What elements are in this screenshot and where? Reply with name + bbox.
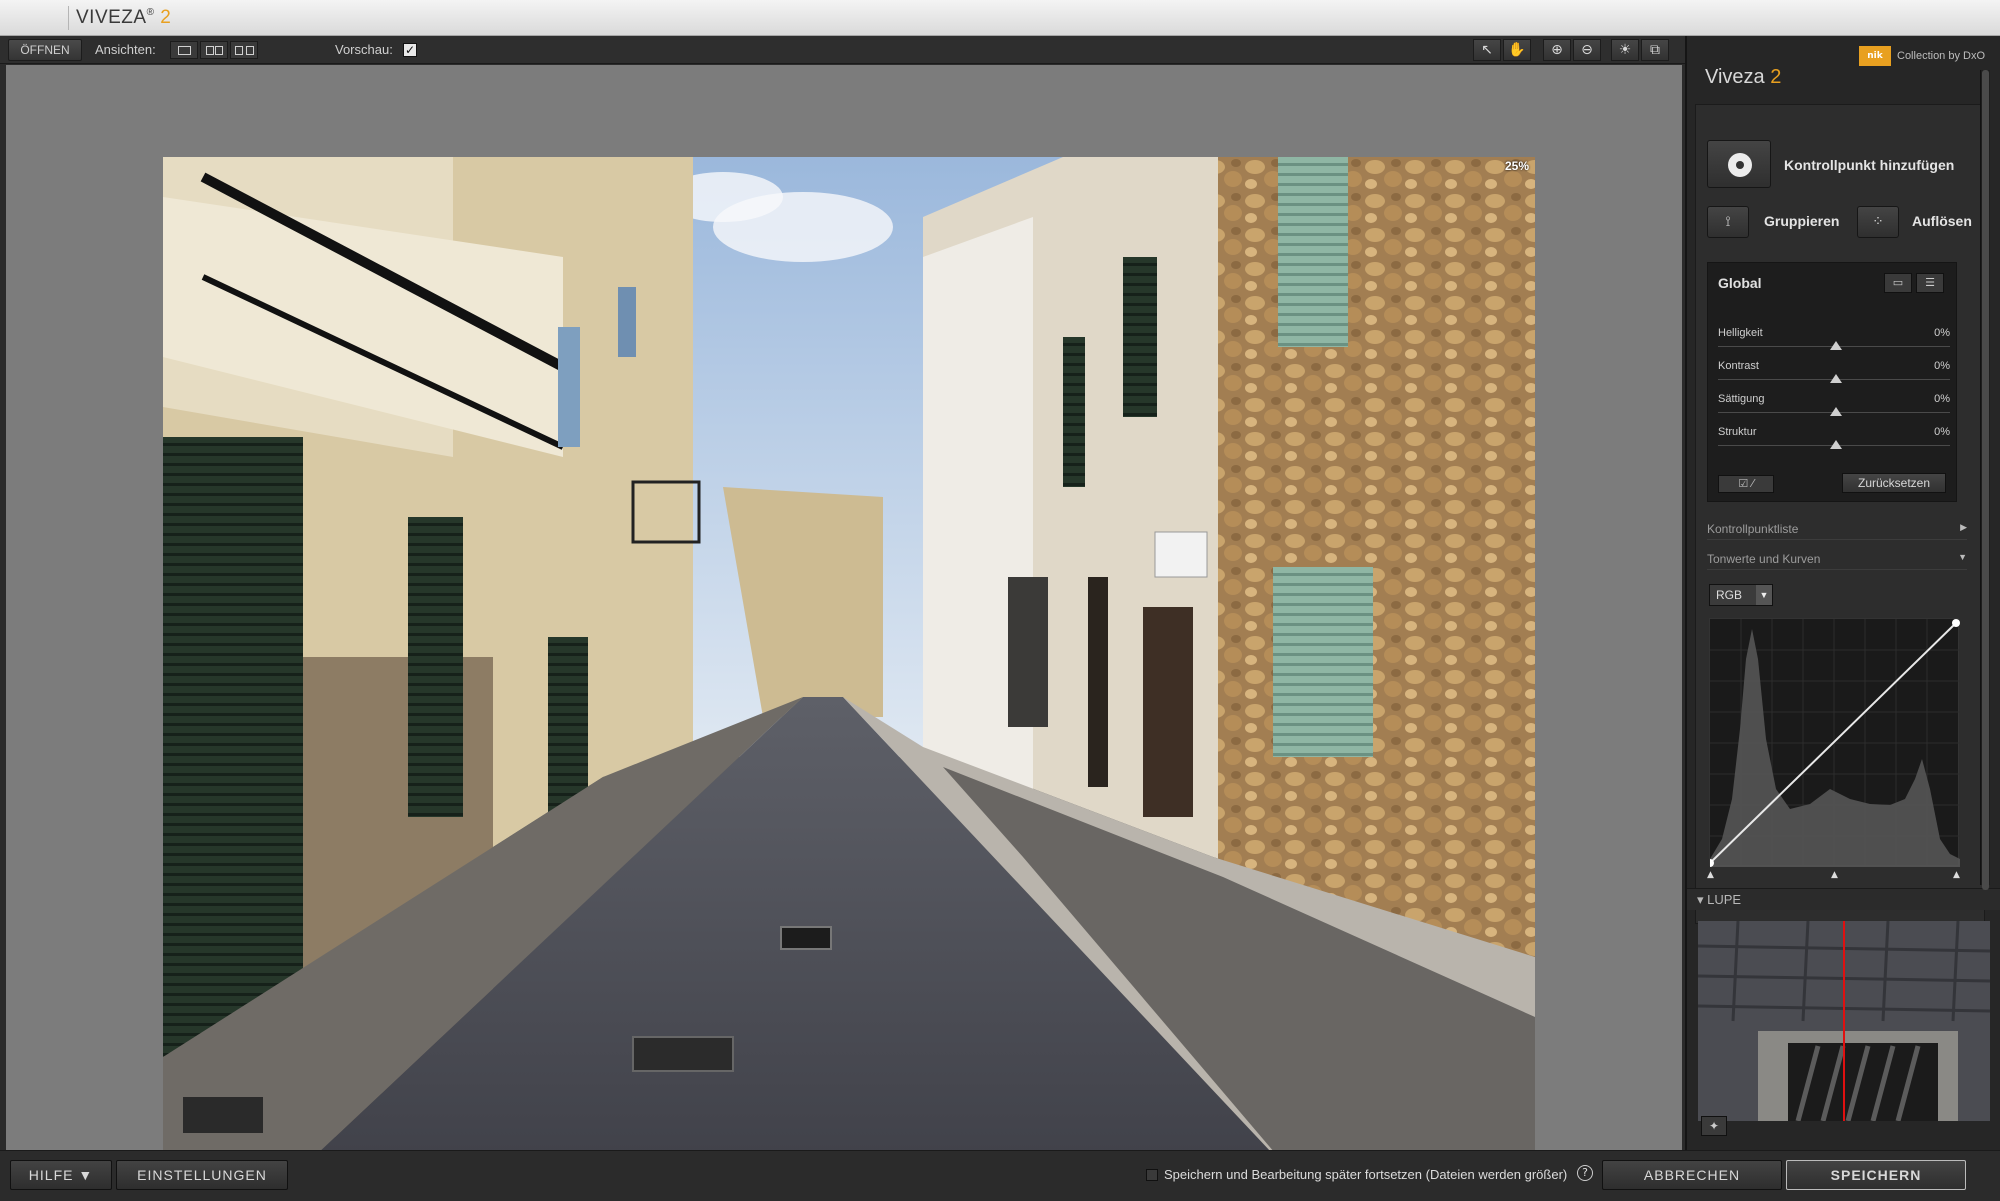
preview-label: Vorschau: — [335, 42, 393, 57]
viveza-window: VIVEZA® 2 ÖFFNEN Ansichten: Vorschau: ✓ … — [0, 0, 2000, 1201]
slider-struktur[interactable]: Struktur 0% — [1718, 426, 1950, 458]
zoom-level: 25% — [1504, 159, 1529, 173]
chevron-down-icon: ▾ — [1697, 892, 1708, 907]
slider-value: 0% — [1934, 426, 1950, 438]
slider-label: Sättigung — [1718, 393, 1765, 405]
scrollbar-thumb[interactable] — [1982, 70, 1989, 890]
panel-title-version: 2 — [1770, 66, 1782, 88]
pointer-tool-icon[interactable]: ↖ — [1473, 39, 1501, 61]
midpoint-icon[interactable]: ▲ — [1831, 870, 1838, 880]
settings-button[interactable]: EINSTELLUNGEN — [116, 1160, 288, 1190]
channel-value: RGB — [1716, 588, 1743, 602]
slider-thumb[interactable] — [1830, 374, 1842, 383]
slider-value: 0% — [1934, 327, 1950, 339]
single-view-icon[interactable] — [170, 41, 198, 59]
group-icon: ⟟ — [1725, 214, 1731, 230]
app-name: VIVEZA — [76, 7, 147, 28]
slider-value: 0% — [1934, 360, 1950, 372]
help-button[interactable]: HILFE ▼ — [10, 1160, 112, 1190]
chevron-down-icon: ▼ — [1958, 552, 1967, 562]
curves-graph — [1706, 619, 1960, 867]
views-label: Ansichten: — [95, 42, 156, 57]
add-control-point-button[interactable] — [1707, 140, 1771, 188]
save-later-checkbox[interactable] — [1146, 1169, 1158, 1181]
black-point-icon[interactable]: ▲ — [1707, 870, 1714, 880]
app-logo: VIVEZA® 2 — [76, 7, 171, 29]
panel-scrollbar[interactable] — [1980, 70, 1990, 890]
panel-title: Viveza 2 — [1705, 66, 1781, 89]
tones-curves-header[interactable]: Tonwerte und Kurven ▼ — [1707, 552, 1967, 570]
loupe-label: LUPE — [1707, 892, 1742, 907]
white-point-icon[interactable]: ▲ — [1953, 870, 1960, 880]
save-later-label: Speichern und Bearbeitung später fortset… — [1164, 1167, 1568, 1182]
slider-thumb[interactable] — [1830, 440, 1842, 449]
group-label: Gruppieren — [1764, 213, 1840, 229]
open-button[interactable]: ÖFFNEN — [8, 39, 82, 61]
zoom-in-icon[interactable]: ⊕ — [1543, 39, 1571, 61]
dropdown-arrow-icon: ▼ — [1756, 585, 1772, 605]
group-button[interactable]: ⟟ — [1707, 206, 1749, 238]
ungroup-label: Auflösen — [1912, 213, 1972, 229]
curves-histogram[interactable] — [1706, 618, 1960, 867]
pin-loupe-icon[interactable]: ✦ — [1701, 1116, 1727, 1136]
slider-thumb[interactable] — [1830, 341, 1842, 350]
toolbar: ÖFFNEN Ansichten: Vorschau: ✓ ↖ ✋ ⊕ ⊖ ☀ … — [0, 36, 1685, 64]
toggle-effect-icon[interactable]: ☑ ⁄ — [1718, 475, 1774, 493]
slider-saettigung[interactable]: Sättigung 0% — [1718, 393, 1950, 425]
preview-checkbox[interactable]: ✓ — [403, 43, 417, 57]
nik-logo: nik — [1859, 46, 1891, 66]
title-separator — [68, 6, 69, 30]
slider-label: Struktur — [1718, 426, 1757, 438]
help-question-icon[interactable]: ? — [1577, 1165, 1593, 1181]
control-point-icon — [1728, 153, 1752, 177]
control-point-list-header[interactable]: Kontrollpunktliste ▶ — [1707, 522, 1967, 540]
street-photo — [163, 157, 1535, 1186]
control-point-list-label: Kontrollpunktliste — [1707, 522, 1799, 536]
side-by-side-view-icon[interactable] — [230, 41, 258, 59]
brand-text: Collection by DxO — [1897, 50, 1986, 62]
slider-value: 0% — [1934, 393, 1950, 405]
loupe-image — [1698, 921, 1990, 1121]
control-panel: nik Collection by DxO Viveza 2 Kontrollp… — [1685, 36, 2000, 1150]
loupe-header[interactable]: ▾ LUPE — [1687, 888, 2000, 910]
expand-sliders-icon[interactable]: ▭ — [1884, 273, 1912, 293]
background-light-icon[interactable]: ☀ — [1611, 39, 1639, 61]
global-title: Global — [1718, 275, 1762, 291]
app-registered-mark: ® — [146, 7, 155, 18]
ungroup-button[interactable]: ⁘ — [1857, 206, 1899, 238]
panel-title-name: Viveza — [1705, 66, 1765, 88]
hand-tool-icon[interactable]: ✋ — [1503, 39, 1531, 61]
save-button[interactable]: SPEICHERN — [1786, 1160, 1966, 1190]
loupe-view[interactable] — [1698, 921, 1990, 1121]
add-control-point-label: Kontrollpunkt hinzufügen — [1784, 157, 1955, 173]
curves-sliders[interactable]: ▲ ▲ ▲ — [1707, 870, 1963, 880]
image-canvas: 25% — [6, 65, 1682, 1186]
cancel-button[interactable]: ABBRECHEN — [1602, 1160, 1782, 1190]
preview-image[interactable]: 25% — [163, 157, 1535, 1186]
global-section: Global ▭ ☰ Helligkeit 0% Kontrast 0% Sät… — [1707, 262, 1957, 502]
chevron-right-icon: ▶ — [1960, 522, 1967, 532]
ungroup-icon: ⁘ — [1872, 214, 1884, 230]
split-view-icon[interactable] — [200, 41, 228, 59]
slider-thumb[interactable] — [1830, 407, 1842, 416]
reset-button[interactable]: Zurücksetzen — [1842, 473, 1946, 493]
title-bar: VIVEZA® 2 — [0, 0, 2000, 36]
slider-kontrast[interactable]: Kontrast 0% — [1718, 360, 1950, 392]
slider-label: Kontrast — [1718, 360, 1759, 372]
more-sliders-icon[interactable]: ☰ — [1916, 273, 1944, 293]
bottom-bar: HILFE ▼ EINSTELLUNGEN Speichern und Bear… — [0, 1150, 2000, 1201]
fullscreen-icon[interactable]: ⧉ — [1641, 39, 1669, 61]
channel-select[interactable]: RGB ▼ — [1709, 584, 1773, 606]
app-version: 2 — [160, 7, 172, 28]
zoom-out-icon[interactable]: ⊖ — [1573, 39, 1601, 61]
slider-label: Helligkeit — [1718, 327, 1763, 339]
slider-helligkeit[interactable]: Helligkeit 0% — [1718, 327, 1950, 359]
tones-curves-label: Tonwerte und Kurven — [1707, 552, 1821, 566]
